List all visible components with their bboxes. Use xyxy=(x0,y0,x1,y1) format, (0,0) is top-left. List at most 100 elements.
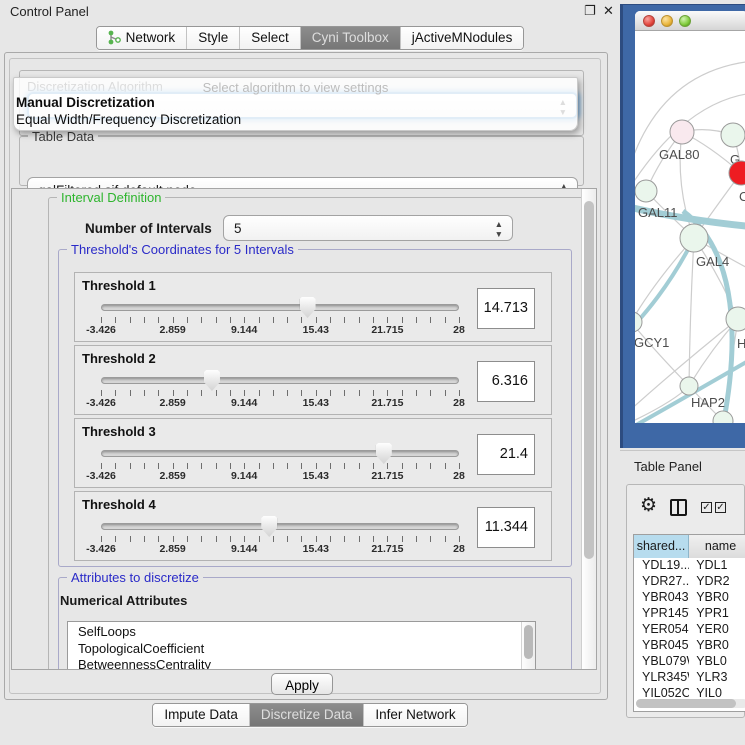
table-row[interactable]: YLR345WYLR3 xyxy=(634,670,745,686)
network-edge[interactable] xyxy=(635,322,689,386)
popup-item-equal-width[interactable]: Equal Width/Frequency Discretization xyxy=(16,112,241,127)
threshold-slider-track[interactable] xyxy=(101,450,459,457)
cell-shared-name[interactable]: YBL079W xyxy=(634,654,689,670)
popup-prompt-item[interactable]: Select algorithm to view settings xyxy=(14,80,577,95)
cell-name[interactable]: YLR3 xyxy=(689,670,745,686)
table-row[interactable]: YPR145WYPR1 xyxy=(634,606,745,622)
slider-tick xyxy=(344,390,345,396)
slider-tick xyxy=(244,390,245,396)
table-panel-title: Table Panel xyxy=(634,459,702,474)
cell-shared-name[interactable]: YBR045C xyxy=(634,638,689,654)
network-node[interactable] xyxy=(713,411,733,423)
network-node-gal11[interactable] xyxy=(635,180,657,202)
attribute-list-item[interactable]: BetweennessCentrality xyxy=(68,657,535,670)
cell-name[interactable]: YBL0 xyxy=(689,654,745,670)
column-header-name[interactable]: name xyxy=(689,535,745,558)
threshold-value-field[interactable]: 14.713 xyxy=(477,288,535,329)
cell-shared-name[interactable]: YPR145W xyxy=(634,606,689,622)
network-view-frame: GAL80GCGAL11GAL4HGCY1HAP2 xyxy=(620,4,745,448)
cell-shared-name[interactable]: YDR27... xyxy=(634,574,689,590)
cell-name[interactable]: YER0 xyxy=(689,622,745,638)
slider-tick xyxy=(416,536,417,542)
cell-name[interactable]: YBR0 xyxy=(689,638,745,654)
tab-discretize-data[interactable]: Discretize Data xyxy=(249,704,364,726)
cell-name[interactable]: YDR2 xyxy=(689,574,745,590)
cell-shared-name[interactable]: YER054C xyxy=(634,622,689,638)
threshold-slider-track[interactable] xyxy=(101,523,459,530)
slider-tick-label: -3.426 xyxy=(86,470,116,482)
threshold-slider-thumb[interactable] xyxy=(300,297,316,318)
slider-tick xyxy=(144,390,145,396)
network-canvas[interactable]: GAL80GCGAL11GAL4HGCY1HAP2 xyxy=(635,31,745,423)
threshold-value-field[interactable]: 21.4 xyxy=(477,434,535,475)
network-edge[interactable] xyxy=(689,238,694,386)
tab-network[interactable]: Network xyxy=(97,27,187,49)
cell-name[interactable]: YPR1 xyxy=(689,606,745,622)
slider-tick xyxy=(259,390,260,396)
network-window[interactable]: GAL80GCGAL11GAL4HGCY1HAP2 xyxy=(635,11,745,423)
attribute-list-item[interactable]: SelfLoops xyxy=(68,624,535,641)
threshold-slider-thumb[interactable] xyxy=(204,370,220,391)
table-row[interactable]: YDL19...YDL1 xyxy=(634,558,745,574)
tab-select[interactable]: Select xyxy=(239,27,300,49)
table-horizontal-scrollbar-thumb[interactable] xyxy=(636,699,736,708)
threshold-panel-1: Threshold 1-3.4262.8599.14415.4321.71528… xyxy=(74,272,552,342)
cell-name[interactable]: YBR0 xyxy=(689,590,745,606)
threshold-slider-track[interactable] xyxy=(101,304,459,311)
popup-item-manual-discretization[interactable]: Manual Discretization xyxy=(16,95,155,110)
float-window-icon[interactable]: ❐ xyxy=(584,3,596,19)
close-traffic-light-icon[interactable] xyxy=(643,15,655,27)
tab-infer-network[interactable]: Infer Network xyxy=(363,704,466,726)
network-node-gal4[interactable] xyxy=(680,224,708,252)
threshold-value-field[interactable]: 6.316 xyxy=(477,361,535,402)
apply-button[interactable]: Apply xyxy=(271,673,333,695)
settings-scrollbar-thumb[interactable] xyxy=(584,201,594,559)
tab-impute-data[interactable]: Impute Data xyxy=(153,704,249,726)
attributes-scrollbar[interactable] xyxy=(521,622,535,670)
cell-name[interactable]: YDL1 xyxy=(689,558,745,574)
split-columns-icon[interactable] xyxy=(670,499,687,516)
slider-tick xyxy=(230,317,231,323)
threshold-slider-track[interactable] xyxy=(101,377,459,384)
slider-tick xyxy=(359,317,360,323)
cell-shared-name[interactable]: YLR345W xyxy=(634,670,689,686)
num-intervals-combobox[interactable]: 5 ▲▼ xyxy=(223,215,513,241)
slider-tick-label: 9.144 xyxy=(231,397,257,409)
slider-tick xyxy=(301,536,302,542)
threshold-slider-thumb[interactable] xyxy=(261,516,277,537)
network-node-g[interactable] xyxy=(721,123,745,147)
network-edge-highlighted[interactable] xyxy=(635,238,694,331)
minimize-traffic-light-icon[interactable] xyxy=(661,15,673,27)
table-row[interactable]: YER054CYER0 xyxy=(634,622,745,638)
slider-tick xyxy=(216,536,217,542)
threshold-value-field[interactable]: 11.344 xyxy=(477,507,535,548)
network-node-hap2[interactable] xyxy=(680,377,698,395)
settings-scrollbar[interactable] xyxy=(581,189,596,669)
tab-cyni-toolbox[interactable]: Cyni Toolbox xyxy=(300,27,400,49)
close-window-icon[interactable]: ✕ xyxy=(603,3,614,19)
threshold-slider-thumb[interactable] xyxy=(376,443,392,464)
attributes-scrollbar-thumb[interactable] xyxy=(524,625,533,659)
network-edge[interactable] xyxy=(635,386,689,423)
network-node-gal80[interactable] xyxy=(670,120,694,144)
table-row[interactable]: YBL079WYBL0 xyxy=(634,654,745,670)
cell-shared-name[interactable]: YDL19... xyxy=(634,558,689,574)
checkbox-icon[interactable]: ✓ xyxy=(715,502,726,513)
table-row[interactable]: YBR045CYBR0 xyxy=(634,638,745,654)
zoom-traffic-light-icon[interactable] xyxy=(679,15,691,27)
table-row[interactable]: YBR043CYBR0 xyxy=(634,590,745,606)
numerical-attributes-list[interactable]: SelfLoopsTopologicalCoefficientBetweenne… xyxy=(67,621,536,670)
gear-icon[interactable]: ⚙ xyxy=(640,496,657,515)
slider-tick xyxy=(344,463,345,469)
slider-tick xyxy=(244,536,245,542)
tab-jactivemnodules[interactable]: jActiveMNodules xyxy=(400,27,524,49)
threshold-label: Threshold 4 xyxy=(82,497,156,512)
table-horizontal-scrollbar[interactable] xyxy=(636,699,745,708)
checkbox-icon[interactable]: ✓ xyxy=(701,502,712,513)
cell-shared-name[interactable]: YBR043C xyxy=(634,590,689,606)
network-node-h[interactable] xyxy=(726,307,745,331)
attribute-list-item[interactable]: TopologicalCoefficient xyxy=(68,641,535,658)
column-header-shared-name[interactable]: shared... xyxy=(634,535,689,558)
table-row[interactable]: YDR27...YDR2 xyxy=(634,574,745,590)
tab-style[interactable]: Style xyxy=(186,27,239,49)
